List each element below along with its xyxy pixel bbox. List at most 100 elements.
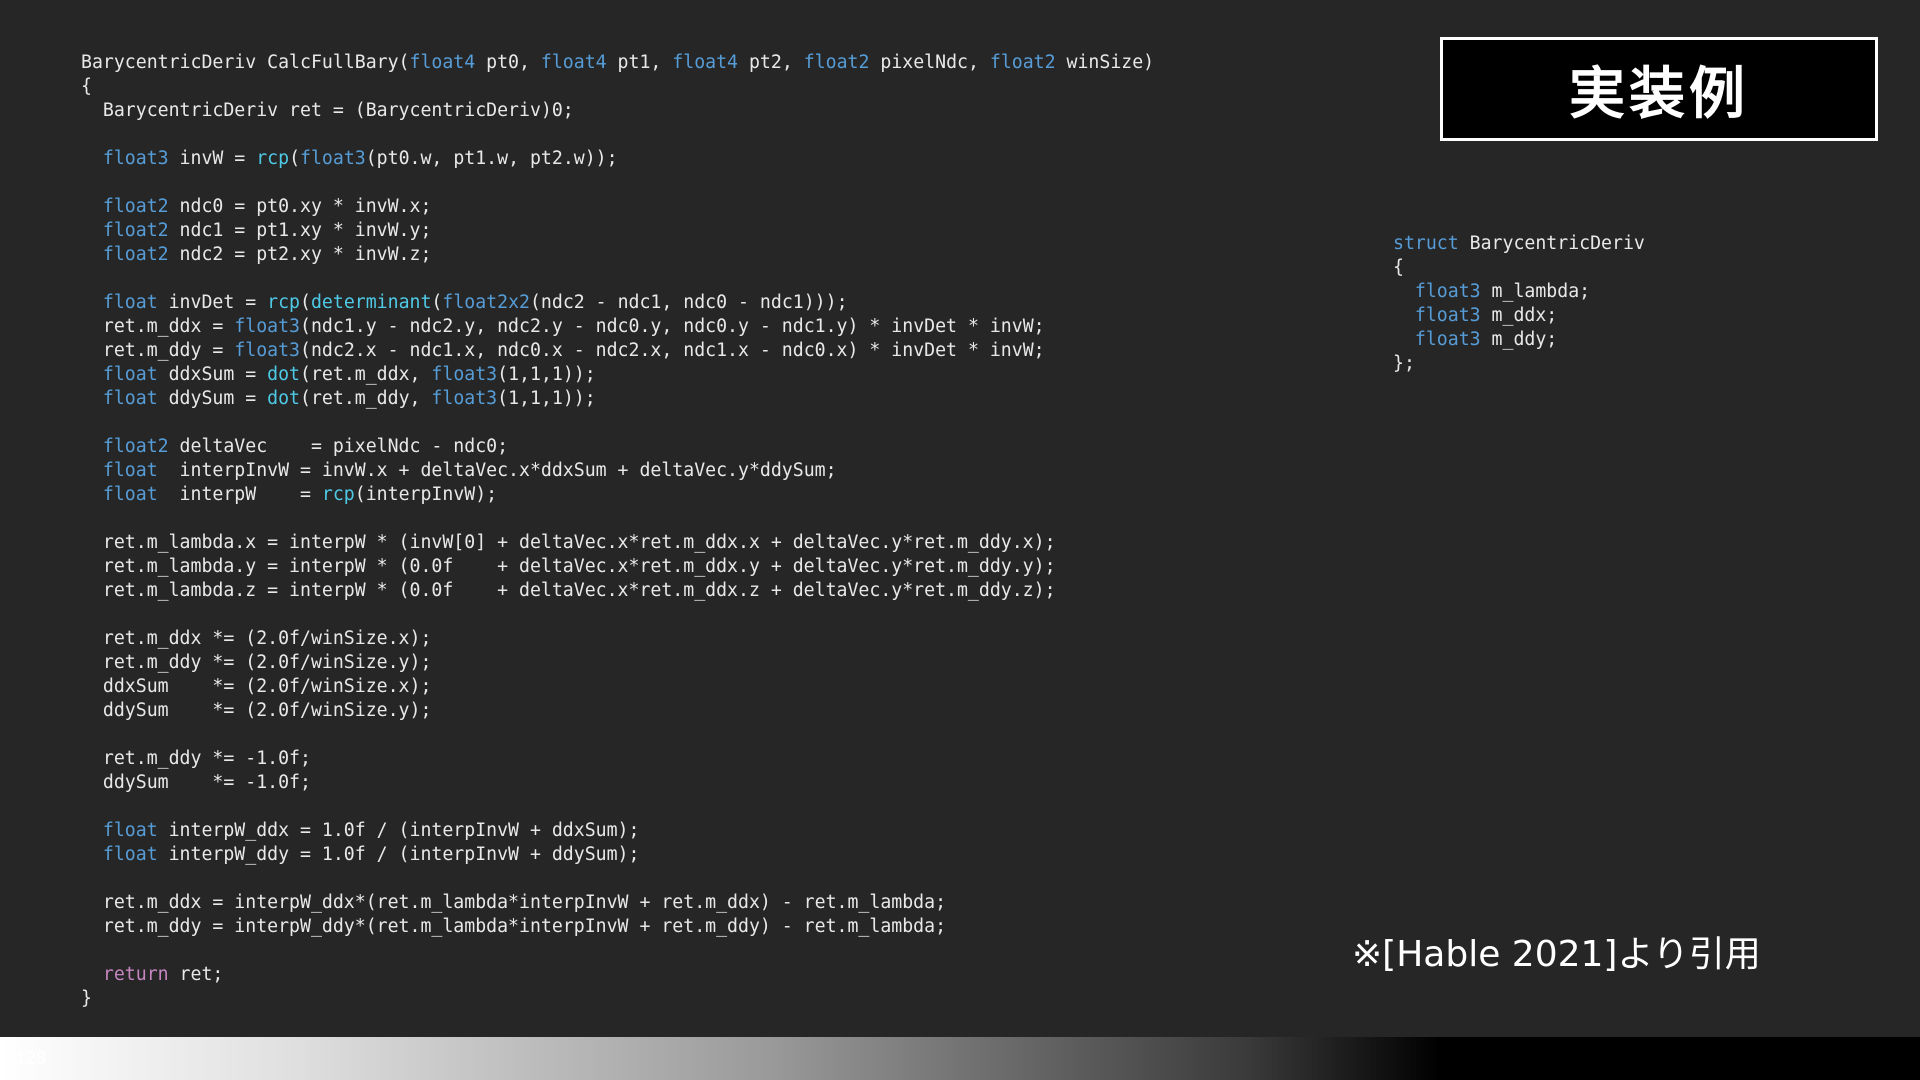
- code-text-token: BarycentricDeriv: [1458, 233, 1645, 254]
- code-type-token: float2: [803, 52, 870, 73]
- code-line: ret.m_ddy = float3(ndc2.x - ndc1.x, ndc0…: [81, 340, 1045, 361]
- code-line: float interpW = rcp(interpInvW);: [81, 484, 497, 505]
- code-type-token: float3: [1414, 281, 1481, 302]
- code-text-token: (1,1,1));: [497, 364, 596, 385]
- code-type-token: float3: [234, 316, 301, 337]
- code-text-token: pt2,: [738, 52, 804, 73]
- code-line: BarycentricDeriv CalcFullBary(float4 pt0…: [81, 52, 1154, 73]
- code-text-token: ret.m_ddx *= (2.0f/winSize.x);: [81, 628, 432, 649]
- code-text-token: ddySum *= -1.0f;: [81, 772, 311, 793]
- code-type-token: float: [102, 292, 158, 313]
- code-function-token: rcp: [267, 292, 301, 313]
- code-text-token: invDet =: [157, 292, 268, 313]
- code-type-token: float2: [989, 52, 1056, 73]
- code-line: float interpW_ddx = 1.0f / (interpInvW +…: [81, 820, 640, 841]
- code-text-token: (: [289, 148, 301, 169]
- code-function-token: dot: [267, 364, 301, 385]
- code-text-token: };: [1393, 353, 1415, 374]
- code-text-token: ret.m_ddy *= (2.0f/winSize.y);: [81, 652, 432, 673]
- code-text-token: (ndc2 - ndc1, ndc0 - ndc1)));: [529, 292, 848, 313]
- code-line: ddySum *= (2.0f/winSize.y);: [81, 700, 432, 721]
- code-text-token: (pt0.w, pt1.w, pt2.w));: [365, 148, 618, 169]
- code-line: float3 m_ddx;: [1393, 305, 1557, 326]
- code-type-token: float3: [300, 148, 366, 169]
- footer-gradient-bar: [0, 1037, 1920, 1080]
- code-type-token: float3: [431, 364, 498, 385]
- code-text-token: ddxSum *= (2.0f/winSize.x);: [81, 676, 432, 697]
- code-line: float ddxSum = dot(ret.m_ddx, float3(1,1…: [81, 364, 596, 385]
- code-text-token: ddxSum =: [157, 364, 268, 385]
- code-type-token: float3: [234, 340, 301, 361]
- code-text-token: ret.m_ddy *= -1.0f;: [81, 748, 311, 769]
- code-line: float3 m_ddy;: [1393, 329, 1557, 350]
- code-line: ddySum *= -1.0f;: [81, 772, 311, 793]
- code-line: struct BarycentricDeriv: [1393, 233, 1645, 254]
- code-type-token: float2x2: [442, 292, 530, 313]
- code-text-token: interpW =: [157, 484, 322, 505]
- code-function-token: determinant: [310, 292, 432, 313]
- code-text-token: pt0,: [475, 52, 541, 73]
- code-line: float2 deltaVec = pixelNdc - ndc0;: [81, 436, 508, 457]
- code-type-token: float2: [102, 244, 169, 265]
- slide-title: 実装例: [1569, 61, 1749, 127]
- code-function-token: rcp: [256, 148, 290, 169]
- code-type-token: float: [102, 364, 158, 385]
- code-type-token: float2: [102, 196, 169, 217]
- code-type-token: struct: [1393, 233, 1459, 254]
- code-text-token: m_lambda;: [1480, 281, 1591, 302]
- code-text-token: {: [1393, 257, 1404, 278]
- code-type-token: float3: [102, 148, 169, 169]
- code-text-token: ret.m_lambda.y = interpW * (0.0f + delta…: [81, 556, 1056, 577]
- code-line: {: [81, 76, 92, 97]
- citation-note: ※[Hable 2021]より引用: [1352, 934, 1761, 975]
- code-text-token: m_ddx;: [1480, 305, 1558, 326]
- code-line: float2 ndc1 = pt1.xy * invW.y;: [81, 220, 432, 241]
- code-text-token: pixelNdc,: [869, 52, 990, 73]
- code-type-token: float: [102, 844, 158, 865]
- code-text-token: ret.m_lambda.x = interpW * (invW[0] + de…: [81, 532, 1056, 553]
- code-line: ret.m_lambda.x = interpW * (invW[0] + de…: [81, 532, 1056, 553]
- code-line: }: [81, 988, 92, 1009]
- code-line: float3 invW = rcp(float3(pt0.w, pt1.w, p…: [81, 148, 618, 169]
- code-text-token: BarycentricDeriv CalcFullBary(: [81, 52, 410, 73]
- code-text-token: {: [81, 76, 92, 97]
- code-line: BarycentricDeriv ret = (BarycentricDeriv…: [81, 100, 574, 121]
- code-line: ret.m_ddy = interpW_ddy*(ret.m_lambda*in…: [81, 916, 946, 937]
- code-text-token: BarycentricDeriv ret = (BarycentricDeriv…: [81, 100, 574, 121]
- code-text-token: ret.m_ddx =: [81, 316, 235, 337]
- code-text-token: (ret.m_ddy,: [300, 388, 432, 409]
- code-text-token: ret.m_ddx = interpW_ddx*(ret.m_lambda*in…: [81, 892, 947, 913]
- code-text-token: (: [300, 292, 311, 313]
- code-type-token: float3: [431, 388, 498, 409]
- code-text-token: deltaVec = pixelNdc - ndc0;: [168, 436, 509, 457]
- code-text-token: ndc1 = pt1.xy * invW.y;: [168, 220, 432, 241]
- code-type-token: float: [102, 460, 158, 481]
- code-text-token: ddySum *= (2.0f/winSize.y);: [81, 700, 432, 721]
- code-type-token: float: [102, 388, 158, 409]
- code-text-token: ndc0 = pt0.xy * invW.x;: [168, 196, 432, 217]
- code-line: float interpInvW = invW.x + deltaVec.x*d…: [81, 460, 837, 481]
- code-text-token: (1,1,1));: [497, 388, 596, 409]
- title-box: 実装例: [1440, 37, 1878, 141]
- code-text-token: (: [431, 292, 443, 313]
- code-line: ret.m_lambda.z = interpW * (0.0f + delta…: [81, 580, 1056, 601]
- code-line: ret.m_ddx *= (2.0f/winSize.x);: [81, 628, 432, 649]
- code-text-token: ret.m_ddy =: [81, 340, 235, 361]
- code-text-token: interpW_ddx = 1.0f / (interpInvW + ddxSu…: [157, 820, 640, 841]
- code-function-token: rcp: [321, 484, 355, 505]
- slide: BarycentricDeriv CalcFullBary(float4 pt0…: [0, 0, 1920, 1080]
- code-line: ret.m_ddx = float3(ndc1.y - ndc2.y, ndc2…: [81, 316, 1045, 337]
